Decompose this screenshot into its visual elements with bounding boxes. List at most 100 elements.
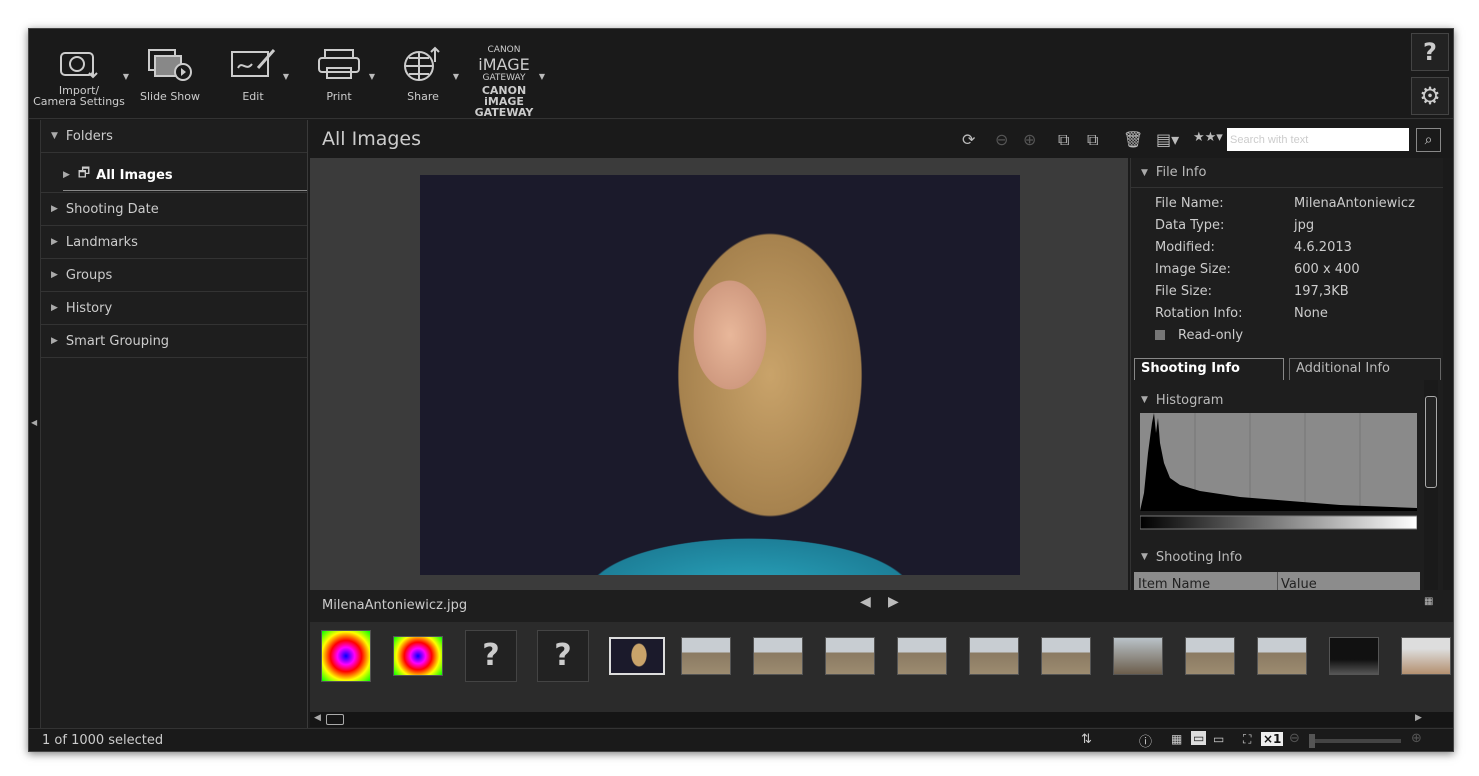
column-value[interactable]: Value [1277, 572, 1317, 590]
grid-toggle-icon[interactable]: ▦ [1424, 596, 1433, 607]
share-button[interactable]: ▼ Share [395, 41, 459, 103]
file-info-header[interactable]: ▼ File Info [1131, 158, 1443, 188]
gear-icon: ⚙ [1419, 82, 1441, 110]
readonly-checkbox[interactable] [1155, 330, 1165, 340]
thumbnail-rainbow[interactable] [393, 636, 443, 676]
zoom-in-icon[interactable]: ⊕ [1411, 731, 1422, 746]
canon-image-gateway-logo: CANON iMAGE GATEWAY ▼ [478, 44, 545, 83]
rotate-left-icon[interactable]: ⧉ [1058, 130, 1069, 150]
printer-icon: ▼ [311, 41, 375, 87]
view-options-icon[interactable]: ▤▾ [1156, 130, 1179, 149]
prev-image-icon[interactable]: ◀ [860, 594, 871, 610]
all-images-label: All Images [96, 167, 173, 183]
thumbnail-strip: ?? [310, 622, 1453, 712]
expand-triangle-icon: ▶ [51, 303, 58, 313]
preview-view-icon[interactable]: ▭ [1191, 731, 1207, 745]
canon-image-gateway-button[interactable]: CANON iMAGE GATEWAY ▼ CANON iMAGE GATEWAY [461, 41, 547, 119]
tab-shooting-info[interactable]: Shooting Info [1134, 358, 1284, 380]
main-header: All Images ⟳ ⊖ ⊕ ⧉ ⧉ 🗑 ▤▾ ★★▾ ⌕ [310, 120, 1453, 158]
shooting-info-table-header: Item Name Value [1134, 572, 1420, 590]
slide-show-label: Slide Show [139, 90, 201, 103]
rotate-right-icon[interactable]: ⧉ [1087, 130, 1098, 150]
thumbnail-scrollbar[interactable]: ◀ ▶ [310, 712, 1453, 727]
shooting-info-header[interactable]: ▼ Shooting Info [1131, 543, 1421, 571]
thumbnail-house[interactable] [897, 637, 947, 675]
scroll-left-icon[interactable]: ◀ [314, 713, 321, 723]
file-size-label: File Size: [1155, 284, 1212, 299]
thumbnail-house[interactable] [1185, 637, 1235, 675]
file-name-label: File Name: [1155, 196, 1224, 211]
print-label: Print [326, 90, 352, 103]
thumbnail-house[interactable] [969, 637, 1019, 675]
thumbnail-house[interactable] [1041, 637, 1091, 675]
sidebar-item-history[interactable]: ▶ History [41, 292, 307, 325]
thumbnail-house[interactable] [753, 637, 803, 675]
thumbnail-dark[interactable] [1329, 637, 1379, 675]
fit-icon[interactable]: ⛶ [1243, 732, 1251, 747]
sidebar-item-all-images[interactable]: ▶ 🗗 All Images [41, 153, 307, 193]
folders-label: Folders [65, 128, 113, 144]
expand-triangle-icon: ▶ [51, 204, 58, 214]
back-icon[interactable]: ⊖ [995, 130, 1008, 149]
grid-view-icon[interactable]: ▦ [1171, 732, 1182, 746]
sort-icon[interactable]: ⇅ [1081, 732, 1092, 747]
next-image-icon[interactable]: ▶ [888, 594, 899, 610]
preview-image[interactable] [420, 175, 1020, 575]
histogram-chart [1140, 413, 1417, 530]
column-item-name[interactable]: Item Name [1138, 577, 1210, 590]
rating-stars-icon[interactable]: ★★▾ [1193, 130, 1223, 145]
thumbnail-tree[interactable] [1113, 637, 1163, 675]
zoom-level[interactable]: ×1 [1261, 732, 1284, 746]
help-button[interactable]: ? [1411, 33, 1449, 71]
tab-additional-info[interactable]: Additional Info [1289, 358, 1441, 380]
sidebar-item-shooting-date[interactable]: ▶ Shooting Date [41, 193, 307, 226]
image-size-value: 600 x 400 [1294, 262, 1360, 277]
file-size-value: 197,3KB [1294, 284, 1349, 299]
edit-button[interactable]: ▼ Edit [225, 41, 289, 102]
left-collapse-strip[interactable]: ◀ [29, 120, 41, 728]
collapse-triangle-icon: ▼ [51, 131, 58, 141]
thumbnail-unknown[interactable]: ? [537, 630, 589, 682]
label: Histogram [1155, 392, 1224, 408]
sidebar-item-smart-grouping[interactable]: ▶ Smart Grouping [41, 325, 307, 358]
label: Groups [65, 267, 113, 283]
scroll-right-icon[interactable]: ▶ [1415, 713, 1422, 723]
thumbnail-unknown[interactable]: ? [465, 630, 517, 682]
fullscreen-view-icon[interactable]: ▭ [1213, 732, 1224, 746]
search-button[interactable]: ⌕ [1416, 128, 1441, 152]
thumbnail-rainbow[interactable] [321, 630, 371, 682]
thumbnail-portrait[interactable] [609, 637, 665, 675]
zoom-out-icon[interactable]: ⊖ [1289, 731, 1300, 746]
info-panel: ▼ File Info File Name: MilenaAntoniewicz D… [1130, 158, 1443, 590]
search-input[interactable] [1227, 128, 1409, 151]
expand-triangle-icon: ▶ [63, 170, 70, 180]
info-icon[interactable]: ⓘ [1139, 731, 1152, 750]
settings-button[interactable]: ⚙ [1411, 77, 1449, 115]
scroll-thumb[interactable] [326, 714, 344, 725]
thumbnail-house[interactable] [681, 637, 731, 675]
collapse-arrow-icon: ◀ [31, 418, 38, 427]
share-label: Share [407, 90, 439, 103]
scrollbar-thumb[interactable] [1425, 396, 1437, 488]
image-viewer [310, 158, 1128, 590]
modified-label: Modified: [1155, 240, 1215, 255]
sidebar-item-landmarks[interactable]: ▶ Landmarks [41, 226, 307, 259]
slide-show-button[interactable]: Slide Show [137, 41, 203, 102]
info-scrollbar[interactable] [1424, 380, 1438, 590]
forward-icon[interactable]: ⊕ [1023, 130, 1036, 149]
rotation-label: Rotation Info: [1155, 306, 1243, 321]
thumbnail-house[interactable] [1257, 637, 1307, 675]
app-window: ▼ Import/ Camera Settings Slide Show ▼ E… [28, 28, 1454, 752]
sidebar-item-groups[interactable]: ▶ Groups [41, 259, 307, 292]
trash-icon[interactable]: 🗑 [1123, 130, 1143, 149]
globe-share-icon: ▼ [395, 41, 459, 87]
print-button[interactable]: ▼ Print [311, 41, 375, 103]
thumbnail-window[interactable] [1401, 637, 1451, 675]
folders-header[interactable]: ▼ Folders [41, 120, 307, 153]
refresh-icon[interactable]: ⟳ [962, 130, 975, 149]
thumbnail-house[interactable] [825, 637, 875, 675]
histogram-header[interactable]: ▼ Histogram [1131, 386, 1421, 414]
import-camera-settings-button[interactable]: ▼ Import/ Camera Settings [31, 41, 129, 107]
zoom-slider[interactable] [1309, 734, 1401, 748]
data-type-label: Data Type: [1155, 218, 1225, 233]
